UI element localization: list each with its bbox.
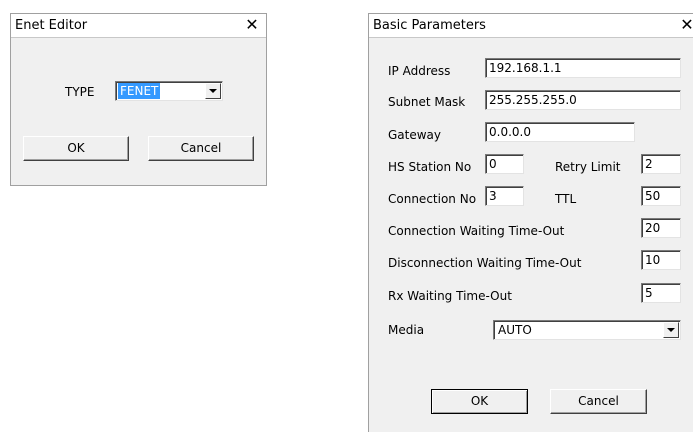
retry-limit-field[interactable]: 2	[641, 154, 681, 174]
connection-waiting-timeout-label: Connection Waiting Time-Out	[388, 224, 565, 238]
ttl-field[interactable]: 50	[641, 186, 681, 206]
hs-station-no-label: HS Station No	[388, 160, 472, 174]
connection-no-field[interactable]: 3	[485, 186, 524, 206]
basic-parameters-close-button[interactable]: ✕	[677, 16, 693, 34]
rx-waiting-timeout-label: Rx Waiting Time-Out	[388, 289, 512, 303]
type-select-value: FENET	[118, 83, 161, 99]
subnet-mask-field[interactable]: 255.255.255.0	[485, 90, 681, 110]
enet-editor-dialog: Enet Editor ✕ TYPE FENET OK Cancel	[10, 13, 267, 186]
connection-no-label: Connection No	[388, 192, 477, 206]
hs-station-no-field[interactable]: 0	[485, 154, 524, 174]
retry-limit-label: Retry Limit	[555, 160, 621, 174]
disconnection-waiting-timeout-label: Disconnection Waiting Time-Out	[388, 256, 582, 270]
close-icon: ✕	[245, 15, 259, 34]
type-select-dropdown-button[interactable]	[205, 83, 221, 99]
params-ok-button[interactable]: OK	[431, 389, 528, 414]
media-select-dropdown-button[interactable]	[663, 322, 679, 338]
media-label: Media	[388, 323, 425, 337]
enet-ok-button[interactable]: OK	[23, 136, 129, 161]
subnet-mask-label: Subnet Mask	[388, 95, 466, 109]
disconnection-waiting-timeout-field[interactable]: 10	[641, 250, 681, 270]
basic-parameters-titlebar: Basic Parameters ✕	[369, 14, 693, 38]
ttl-label: TTL	[555, 192, 577, 206]
gateway-field[interactable]: 0.0.0.0	[485, 122, 635, 142]
type-select[interactable]: FENET	[115, 81, 223, 101]
chevron-down-icon	[667, 328, 675, 332]
enet-editor-titlebar: Enet Editor ✕	[11, 14, 266, 38]
enet-editor-title: Enet Editor	[15, 18, 88, 33]
basic-parameters-title: Basic Parameters	[373, 18, 486, 33]
type-label: TYPE	[65, 85, 95, 99]
media-select[interactable]: AUTO	[493, 320, 681, 340]
params-cancel-button[interactable]: Cancel	[550, 389, 647, 414]
gateway-label: Gateway	[388, 128, 442, 142]
chevron-down-icon	[209, 89, 217, 93]
basic-parameters-dialog: Basic Parameters ✕ IP Address 192.168.1.…	[368, 13, 693, 432]
enet-editor-close-button[interactable]: ✕	[242, 16, 262, 34]
media-select-value: AUTO	[498, 323, 532, 337]
connection-waiting-timeout-field[interactable]: 20	[641, 218, 681, 238]
ip-address-field[interactable]: 192.168.1.1	[485, 58, 681, 78]
enet-cancel-button[interactable]: Cancel	[148, 136, 254, 161]
close-icon: ✕	[680, 15, 693, 34]
rx-waiting-timeout-field[interactable]: 5	[641, 283, 681, 303]
ip-address-label: IP Address	[388, 64, 451, 78]
